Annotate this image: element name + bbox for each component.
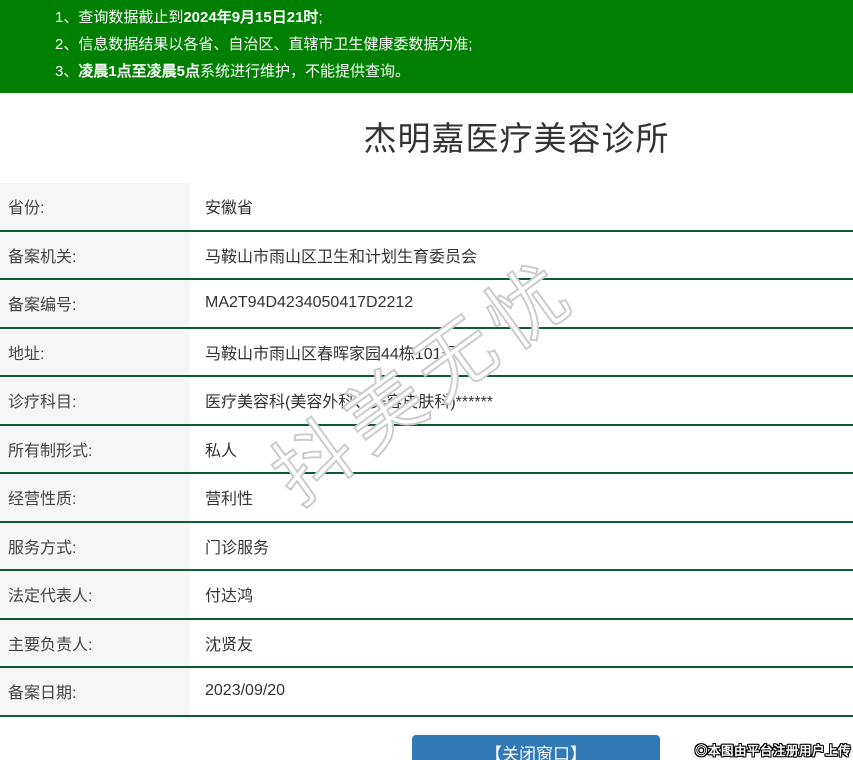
row-label: 主要负责人: (0, 619, 190, 666)
table-row: 所有制形式: 私人 (0, 425, 853, 474)
row-label: 备案编号: (0, 280, 190, 327)
close-window-button[interactable]: 【关闭窗口】 (412, 735, 660, 760)
row-value: 2023/09/20 (205, 682, 286, 700)
row-label: 备案日期: (0, 668, 190, 715)
row-value: 沈贤友 (205, 636, 254, 654)
row-label: 地址: (0, 328, 190, 375)
row-value: 马鞍山市雨山区春晖家园44栋101号 (205, 345, 458, 363)
notice-text: ; (318, 9, 323, 26)
row-label: 服务方式: (0, 522, 190, 569)
row-value: 医疗美容科(美容外科、美容皮肤科)****** (205, 394, 494, 412)
table-row: 服务方式: 门诊服务 (0, 522, 853, 571)
notice-text: 1、查询数据截止到 (55, 9, 184, 26)
notice-banner: 1、查询数据截止到2024年9月15日21时; 2、信息数据结果以各省、自治区、… (0, 0, 853, 93)
notice-bold-text: 凌晨1点至凌晨5点 (78, 63, 201, 80)
table-row: 法定代表人: 付达鸿 (0, 571, 853, 620)
table-row: 经营性质: 营利性 (0, 474, 853, 523)
uploaded-by-note: ◎本图由平台注册用户上传 (694, 744, 851, 758)
notice-text: 3、 (55, 63, 79, 80)
row-value: 营利性 (205, 491, 254, 509)
row-label: 法定代表人: (0, 571, 190, 618)
table-row: 备案日期: 2023/09/20 (0, 668, 853, 717)
row-value: MA2T94D4234050417D2212 (205, 294, 414, 312)
notice-text: 2、信息数据结果以各省、自治区、直辖市卫生健康委数据为准; (55, 36, 473, 53)
row-value: 安徽省 (205, 200, 254, 218)
row-label: 诊疗科目: (0, 377, 190, 424)
notice-line-2: 2、信息数据结果以各省、自治区、直辖市卫生健康委数据为准; (55, 31, 843, 58)
row-value: 门诊服务 (205, 539, 270, 557)
info-table: 省份: 安徽省 备案机关: 马鞍山市雨山区卫生和计划生育委员会 备案编号: MA… (0, 183, 853, 717)
table-row: 地址: 马鞍山市雨山区春晖家园44栋101号 (0, 328, 853, 377)
row-label: 省份: (0, 183, 190, 230)
query-result-page: 1、查询数据截止到2024年9月15日21时; 2、信息数据结果以各省、自治区、… (0, 0, 853, 760)
row-value: 付达鸿 (205, 588, 254, 606)
table-row: 诊疗科目: 医疗美容科(美容外科、美容皮肤科)****** (0, 377, 853, 426)
row-label: 备案机关: (0, 231, 190, 278)
table-row: 备案机关: 马鞍山市雨山区卫生和计划生育委员会 (0, 231, 853, 280)
row-label: 经营性质: (0, 474, 190, 521)
row-label: 所有制形式: (0, 425, 190, 472)
notice-line-1: 1、查询数据截止到2024年9月15日21时; (55, 4, 843, 31)
table-row: 省份: 安徽省 (0, 183, 853, 232)
table-row: 主要负责人: 沈贤友 (0, 619, 853, 668)
notice-text: 系统进行维护，不能提供查询。 (200, 63, 411, 80)
row-value: 私人 (205, 442, 238, 460)
table-row: 备案编号: MA2T94D4234050417D2212 (0, 280, 853, 329)
notice-bold-text: 2024年9月15日21时 (183, 9, 319, 26)
row-value: 马鞍山市雨山区卫生和计划生育委员会 (205, 248, 478, 266)
notice-line-3: 3、凌晨1点至凌晨5点系统进行维护，不能提供查询。 (55, 58, 843, 85)
page-title: 杰明嘉医疗美容诊所 (363, 120, 670, 157)
